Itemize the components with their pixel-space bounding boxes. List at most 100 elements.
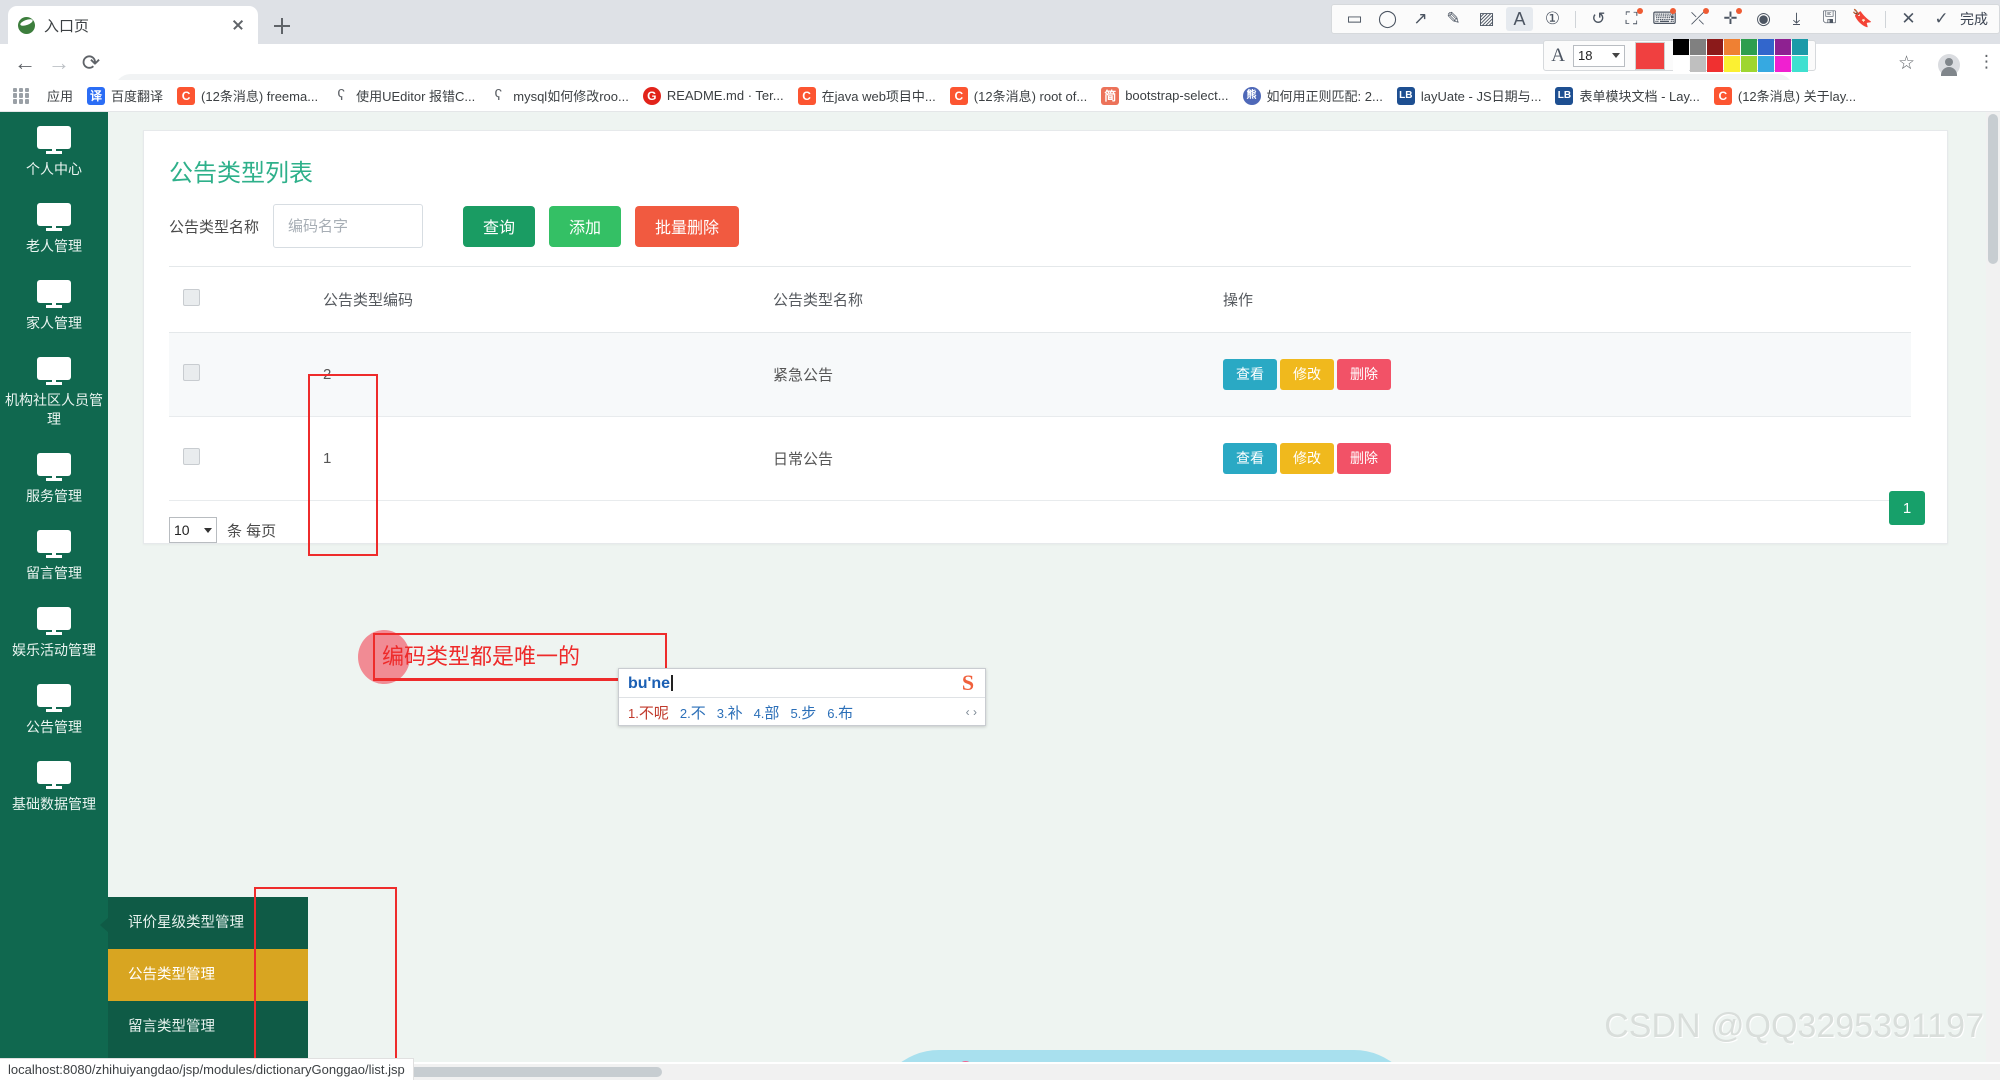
bookmark-label: (12条消息) 关于lay... <box>1737 89 1857 104</box>
color-swatch[interactable] <box>1775 56 1791 72</box>
profile-avatar[interactable] <box>1938 54 1960 76</box>
bookmark-item[interactable]: LB 表单模块文档 - Lay... <box>1548 83 1706 109</box>
bookmark-item[interactable]: C (12条消息) root of... <box>943 83 1094 109</box>
vertical-scrollbar-thumb[interactable] <box>1988 114 1998 264</box>
edit-button[interactable]: 修改 <box>1280 359 1334 390</box>
sidebar-submenu: 评价星级类型管理公告类型管理留言类型管理就诊类型管理养老方式类型管理活动类型管理 <box>108 897 308 1062</box>
delete-button[interactable]: 删除 <box>1337 359 1391 390</box>
delete-button[interactable]: 删除 <box>1337 443 1391 474</box>
color-swatch[interactable] <box>1690 56 1706 72</box>
ime-candidate[interactable]: 5.步 <box>790 702 816 723</box>
row-checkbox[interactable] <box>183 448 200 465</box>
sidebar-item[interactable]: 服务管理 <box>0 439 108 516</box>
bookmark-tool[interactable]: 🔖 <box>1849 7 1876 31</box>
sidebar-item[interactable]: 机构社区人员管理 <box>0 343 108 439</box>
close-icon[interactable] <box>228 15 248 35</box>
ime-candidate[interactable]: 3.补 <box>717 702 743 723</box>
row-checkbox[interactable] <box>183 364 200 381</box>
browser-tab[interactable]: 入口页 <box>8 6 258 44</box>
page-size-select[interactable]: 10 <box>169 517 217 543</box>
ime-candidate[interactable]: 1.不呢 <box>628 702 669 723</box>
bookmark-item[interactable]: C 在java web项目中... <box>791 83 943 109</box>
bookmark-item[interactable]: 熊如何用正则匹配: 2... <box>1236 83 1390 109</box>
vertical-scrollbar[interactable] <box>1986 112 2000 1062</box>
query-button[interactable]: 查询 <box>463 205 536 247</box>
search-input[interactable] <box>273 204 424 248</box>
color-swatch[interactable] <box>1741 56 1757 72</box>
color-swatch[interactable] <box>1758 56 1774 72</box>
color-swatch[interactable] <box>1792 56 1808 72</box>
sidebar-item[interactable]: 公告管理 <box>0 670 108 747</box>
font-size-select[interactable]: 18 <box>1573 44 1625 67</box>
sidebar-item[interactable]: 基础数据管理 <box>0 747 108 824</box>
confirm-tool[interactable]: ✓ <box>1928 7 1955 31</box>
submenu-item[interactable]: 评价星级类型管理 <box>108 897 308 949</box>
apps-grid-icon[interactable] <box>8 83 34 109</box>
ime-candidate[interactable]: 4.部 <box>754 702 780 723</box>
search-label: 公告类型名称 <box>169 218 260 236</box>
pagination-page-1[interactable]: 1 <box>1889 491 1925 525</box>
serial-number-tool[interactable]: ① <box>1539 7 1566 31</box>
bookmark-item[interactable]: ʕ 使用UEditor 报错C... <box>325 83 482 109</box>
color-swatch[interactable] <box>1758 39 1774 55</box>
sidebar-item[interactable]: 留言管理 <box>0 516 108 593</box>
reload-icon[interactable]: ⟳ <box>78 50 104 76</box>
view-button[interactable]: 查看 <box>1223 359 1277 390</box>
color-swatch[interactable] <box>1724 56 1740 72</box>
color-swatch[interactable] <box>1775 39 1791 55</box>
record-tool[interactable]: ◉ <box>1750 7 1777 31</box>
bookmark-star-icon[interactable]: ☆ <box>1898 52 1915 75</box>
color-swatch[interactable] <box>1707 56 1723 72</box>
bookmark-item[interactable]: C (12条消息) 关于lay... <box>1707 83 1863 109</box>
undo-tool[interactable]: ↺ <box>1585 7 1612 31</box>
ime-candidate[interactable]: 2.不 <box>680 702 706 723</box>
submenu-item[interactable]: 公告类型管理 <box>108 949 308 1001</box>
edit-button[interactable]: 修改 <box>1280 443 1334 474</box>
batch-delete-button[interactable]: 批量删除 <box>635 205 740 247</box>
sidebar-item[interactable]: 家人管理 <box>0 266 108 343</box>
forward-icon[interactable]: → <box>46 50 72 76</box>
bookmark-item[interactable]: ʕ mysql如何修改roo... <box>482 83 636 109</box>
chrome-menu-icon[interactable]: ⋮ <box>1978 52 1995 72</box>
sidebar-item[interactable]: 娱乐活动管理 <box>0 593 108 670</box>
submenu-item[interactable]: 留言类型管理 <box>108 1001 308 1053</box>
translate-tool[interactable]: ⌨ <box>1651 7 1678 31</box>
color-swatch[interactable] <box>1707 39 1723 55</box>
cancel-tool[interactable]: ✕ <box>1895 7 1922 31</box>
text-tool[interactable]: A <box>1506 7 1533 31</box>
arrow-tool[interactable]: ↗ <box>1407 7 1434 31</box>
color-swatch[interactable] <box>1792 39 1808 55</box>
ime-candidate[interactable]: 6.布 <box>827 702 853 723</box>
bookmark-item[interactable]: 应用 <box>40 83 80 109</box>
ocr-tool[interactable]: ⛶ <box>1618 7 1645 31</box>
bookmark-item[interactable]: 简 bootstrap-select... <box>1094 83 1235 109</box>
color-palette[interactable] <box>1673 39 1808 72</box>
color-swatch[interactable] <box>1673 39 1689 55</box>
add-button[interactable]: 添加 <box>549 205 622 247</box>
bookmark-item[interactable]: 译百度翻译 <box>80 83 170 109</box>
annot-done-label[interactable]: 完成 <box>1960 9 1988 29</box>
save-tool[interactable]: 🖫 <box>1816 7 1843 31</box>
search-image-tool[interactable]: ⤫ <box>1684 7 1711 31</box>
sidebar-item[interactable]: 个人中心 <box>0 112 108 189</box>
bookmark-item[interactable]: C (12条消息) freema... <box>170 83 325 109</box>
bookmark-item[interactable]: G README.md · Ter... <box>636 83 791 109</box>
pen-tool[interactable]: ✎ <box>1440 7 1467 31</box>
ellipse-tool[interactable]: ◯ <box>1374 7 1401 31</box>
bookmark-item[interactable]: LB layUate - JS日期与... <box>1390 83 1549 109</box>
select-all-checkbox[interactable] <box>183 289 200 306</box>
mosaic-tool[interactable]: ▨ <box>1473 7 1500 31</box>
sidebar-item[interactable]: 老人管理 <box>0 189 108 266</box>
new-tab-button[interactable] <box>268 12 296 40</box>
color-swatch[interactable] <box>1673 56 1689 72</box>
color-swatch[interactable] <box>1690 39 1706 55</box>
download-tool[interactable]: ⤓ <box>1783 7 1810 31</box>
pin-tool[interactable]: ✛ <box>1717 7 1744 31</box>
view-button[interactable]: 查看 <box>1223 443 1277 474</box>
color-swatch[interactable] <box>1741 39 1757 55</box>
color-swatch[interactable] <box>1724 39 1740 55</box>
rectangle-tool[interactable]: ▭ <box>1341 7 1368 31</box>
ime-page-arrows[interactable]: ‹ › <box>966 705 985 719</box>
current-color-swatch[interactable] <box>1635 41 1665 70</box>
back-icon[interactable]: ← <box>12 50 38 76</box>
